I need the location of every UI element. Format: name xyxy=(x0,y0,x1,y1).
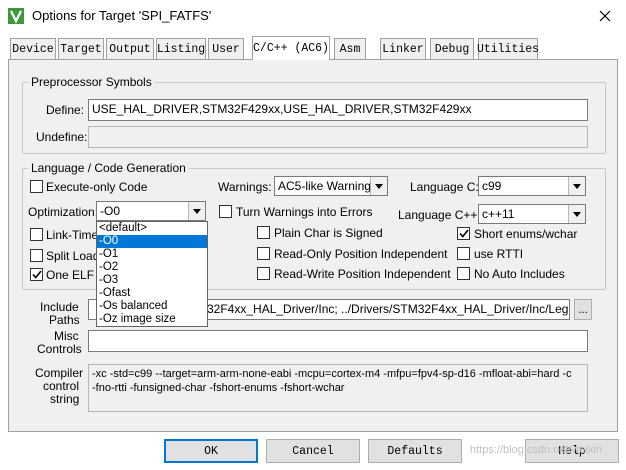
tab-target[interactable]: Target xyxy=(58,38,104,59)
watermark: https://blog.csdn.net/weixin xyxy=(470,444,603,456)
use-rtti-checkbox[interactable] xyxy=(457,247,470,260)
optimization-option[interactable]: -O3 xyxy=(97,274,207,287)
tab-debug[interactable]: Debug xyxy=(430,38,474,59)
close-icon xyxy=(599,10,611,22)
optimization-select[interactable]: -O0 xyxy=(96,201,206,221)
checkmark-icon xyxy=(458,229,469,238)
chevron-down-icon xyxy=(375,183,383,189)
short-enums-label: Short enums/wchar xyxy=(474,227,578,241)
plain-char-checkbox[interactable] xyxy=(257,226,270,239)
tab-utilities[interactable]: Utilities xyxy=(477,38,539,59)
language-title: Language / Code Generation xyxy=(28,161,189,175)
rw-position-label: Read-Write Position Independent xyxy=(274,267,451,281)
checkmark-icon xyxy=(31,270,42,279)
chevron-down-icon xyxy=(573,183,581,189)
misc-controls-input[interactable] xyxy=(88,330,588,352)
language-cpp-select[interactable]: c++11 xyxy=(478,204,586,224)
execute-only-checkbox[interactable] xyxy=(30,180,43,193)
undefine-label: Undefine: xyxy=(36,130,88,144)
one-elf-checkbox[interactable] xyxy=(30,268,43,281)
language-c-label: Language C: xyxy=(410,180,479,194)
optimization-option[interactable]: -O2 xyxy=(97,261,207,274)
chevron-down-icon xyxy=(573,211,581,217)
ro-position-checkbox[interactable] xyxy=(257,247,270,260)
warnings-label: Warnings: xyxy=(218,180,272,194)
link-time-checkbox[interactable] xyxy=(30,228,43,241)
close-button[interactable] xyxy=(588,2,622,30)
define-input[interactable]: USE_HAL_DRIVER,STM32F429xx,USE_HAL_DRIVE… xyxy=(88,99,588,121)
no-auto-includes-checkbox[interactable] xyxy=(457,267,470,280)
compiler-label-line1: Compiler xyxy=(35,366,84,380)
ok-button[interactable]: OK xyxy=(164,439,258,463)
tab-c-cpp-ac6[interactable]: C/C++ (AC6) xyxy=(252,36,330,60)
optimization-option-selected[interactable]: -O0 xyxy=(97,235,207,248)
cancel-button[interactable]: Cancel xyxy=(266,439,360,463)
tab-listing[interactable]: Listing xyxy=(156,38,206,59)
optimization-dropdown-list: <default> -O0 -O1 -O2 -O3 -Ofast -Os bal… xyxy=(96,221,208,327)
language-cpp-value: c++11 xyxy=(482,207,515,221)
warnings-dropdown-button[interactable] xyxy=(370,177,387,195)
warnings-select[interactable]: AC5-like Warnings xyxy=(274,176,388,196)
optimization-option[interactable]: <default> xyxy=(97,222,207,235)
compiler-string-line2: -fno-rtti -funsigned-char -fshort-enums … xyxy=(92,382,345,394)
compiler-control-string: -xc -std=c99 --target=arm-arm-none-eabi … xyxy=(88,364,588,412)
language-c-dropdown-button[interactable] xyxy=(568,177,585,195)
tab-asm[interactable]: Asm xyxy=(334,38,366,59)
keil-v-icon xyxy=(8,8,24,24)
no-auto-includes-label: No Auto Includes xyxy=(474,267,565,281)
optimization-value: -O0 xyxy=(100,204,121,218)
include-label-line2: Paths xyxy=(49,313,80,327)
tab-device[interactable]: Device xyxy=(10,38,56,59)
turn-warnings-label: Turn Warnings into Errors xyxy=(236,205,373,219)
include-label-line1: Include xyxy=(40,300,79,314)
include-browse-button[interactable]: ... xyxy=(574,299,592,320)
optimization-option[interactable]: -O1 xyxy=(97,248,207,261)
misc-label-line1: Misc xyxy=(54,329,79,343)
language-c-value: c99 xyxy=(482,179,502,193)
define-label: Define: xyxy=(46,103,85,117)
optimization-option[interactable]: -Ofast xyxy=(97,287,207,300)
short-enums-checkbox[interactable] xyxy=(457,227,470,240)
language-cpp-label: Language C++: xyxy=(398,208,481,222)
optimization-option[interactable]: -Oz image size xyxy=(97,313,207,326)
language-cpp-dropdown-button[interactable] xyxy=(568,205,585,223)
plain-char-label: Plain Char is Signed xyxy=(274,226,383,240)
title-bar: Options for Target 'SPI_FATFS' xyxy=(0,0,626,32)
compiler-label-line2: control xyxy=(43,379,80,393)
tab-linker[interactable]: Linker xyxy=(380,38,426,59)
rw-position-checkbox[interactable] xyxy=(257,267,270,280)
tab-user[interactable]: User xyxy=(208,38,244,59)
misc-label-line2: Controls xyxy=(37,342,82,356)
ro-position-label: Read-Only Position Independent xyxy=(274,247,448,261)
use-rtti-label: use RTTI xyxy=(474,247,524,261)
window-title: Options for Target 'SPI_FATFS' xyxy=(32,8,212,23)
compiler-string-line1: -xc -std=c99 --target=arm-arm-none-eabi … xyxy=(92,368,572,380)
execute-only-label: Execute-only Code xyxy=(46,180,148,194)
preprocessor-title: Preprocessor Symbols xyxy=(28,75,155,89)
optimization-dropdown-button[interactable] xyxy=(188,202,205,220)
compiler-label-line3: string xyxy=(50,392,80,406)
defaults-button[interactable]: Defaults xyxy=(368,439,462,463)
turn-warnings-checkbox[interactable] xyxy=(219,205,232,218)
undefine-input[interactable] xyxy=(88,126,588,148)
tab-output[interactable]: Output xyxy=(106,38,154,59)
split-load-checkbox[interactable] xyxy=(30,249,43,262)
chevron-down-icon xyxy=(193,208,201,214)
optimization-option[interactable]: -Os balanced xyxy=(97,300,207,313)
language-c-select[interactable]: c99 xyxy=(478,176,586,196)
warnings-value: AC5-like Warnings xyxy=(278,179,377,193)
optimization-label: Optimization: xyxy=(28,205,99,219)
